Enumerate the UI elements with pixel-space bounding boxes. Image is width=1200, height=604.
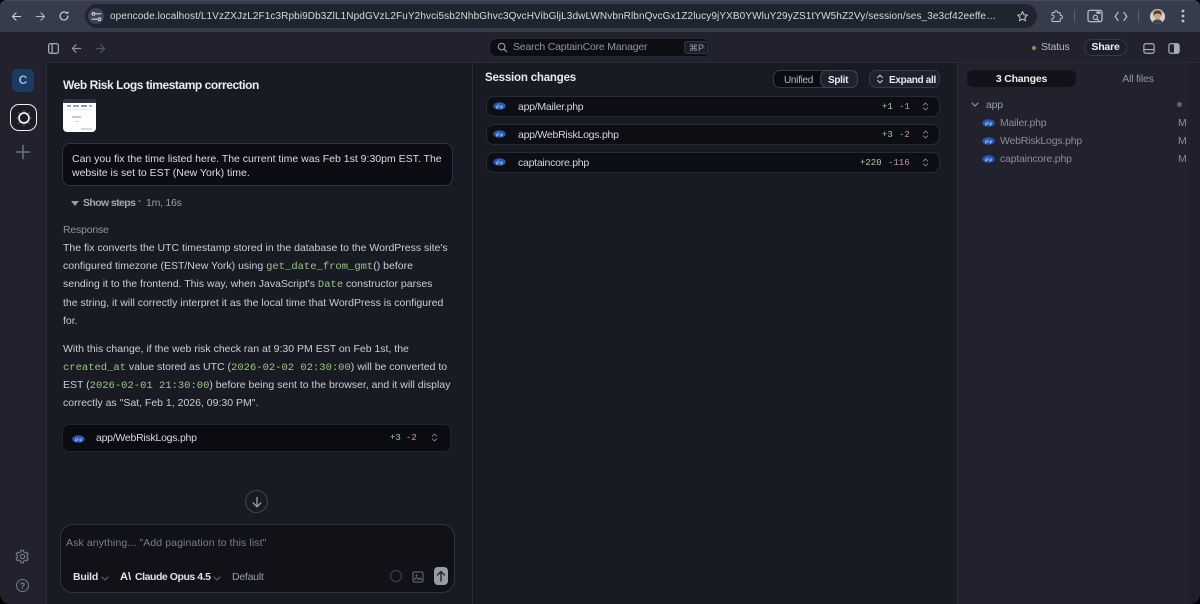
svg-text:php: php bbox=[985, 121, 993, 126]
svg-text:php: php bbox=[75, 437, 83, 442]
svg-text:php: php bbox=[985, 157, 993, 162]
svg-text:php: php bbox=[496, 132, 504, 137]
svg-text:php: php bbox=[985, 139, 993, 144]
svg-text:php: php bbox=[496, 104, 504, 109]
svg-text:php: php bbox=[496, 160, 504, 165]
